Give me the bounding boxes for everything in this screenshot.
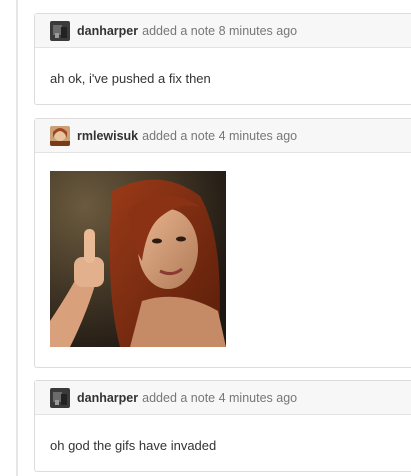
note-text: ah ok, i've pushed a fix then	[50, 71, 211, 86]
note-header: rmlewisuk added a note 4 minutes ago	[35, 119, 411, 153]
note-author[interactable]: danharper	[77, 24, 138, 38]
note-timestamp: added a note 4 minutes ago	[142, 128, 298, 143]
notes-timeline: danharper added a note 8 minutes ago ah …	[0, 0, 411, 476]
note-author[interactable]: danharper	[77, 391, 138, 405]
danharper-avatar-icon	[50, 20, 70, 41]
note-timestamp: added a note 8 minutes ago	[142, 23, 298, 38]
note-body: ah ok, i've pushed a fix then	[35, 48, 411, 89]
note-header: danharper added a note 8 minutes ago	[35, 14, 411, 48]
avatar[interactable]	[50, 20, 70, 41]
note-card: danharper added a note 4 minutes ago oh …	[34, 380, 411, 472]
danharper-avatar-icon	[50, 387, 70, 408]
thumbs-up-gif	[50, 171, 226, 347]
note-body: oh god the gifs have invaded	[35, 415, 411, 456]
note-card: danharper added a note 8 minutes ago ah …	[34, 13, 411, 105]
timeline-rail	[16, 0, 18, 476]
rmlewisuk-avatar-icon	[50, 125, 70, 146]
avatar[interactable]	[50, 125, 70, 146]
note-author[interactable]: rmlewisuk	[77, 129, 138, 143]
note-timestamp: added a note 4 minutes ago	[142, 390, 298, 405]
note-card: rmlewisuk added a note 4 minutes ago	[34, 118, 411, 368]
note-body	[35, 153, 411, 347]
note-text: oh god the gifs have invaded	[50, 438, 217, 453]
note-header: danharper added a note 4 minutes ago	[35, 381, 411, 415]
avatar[interactable]	[50, 387, 70, 408]
